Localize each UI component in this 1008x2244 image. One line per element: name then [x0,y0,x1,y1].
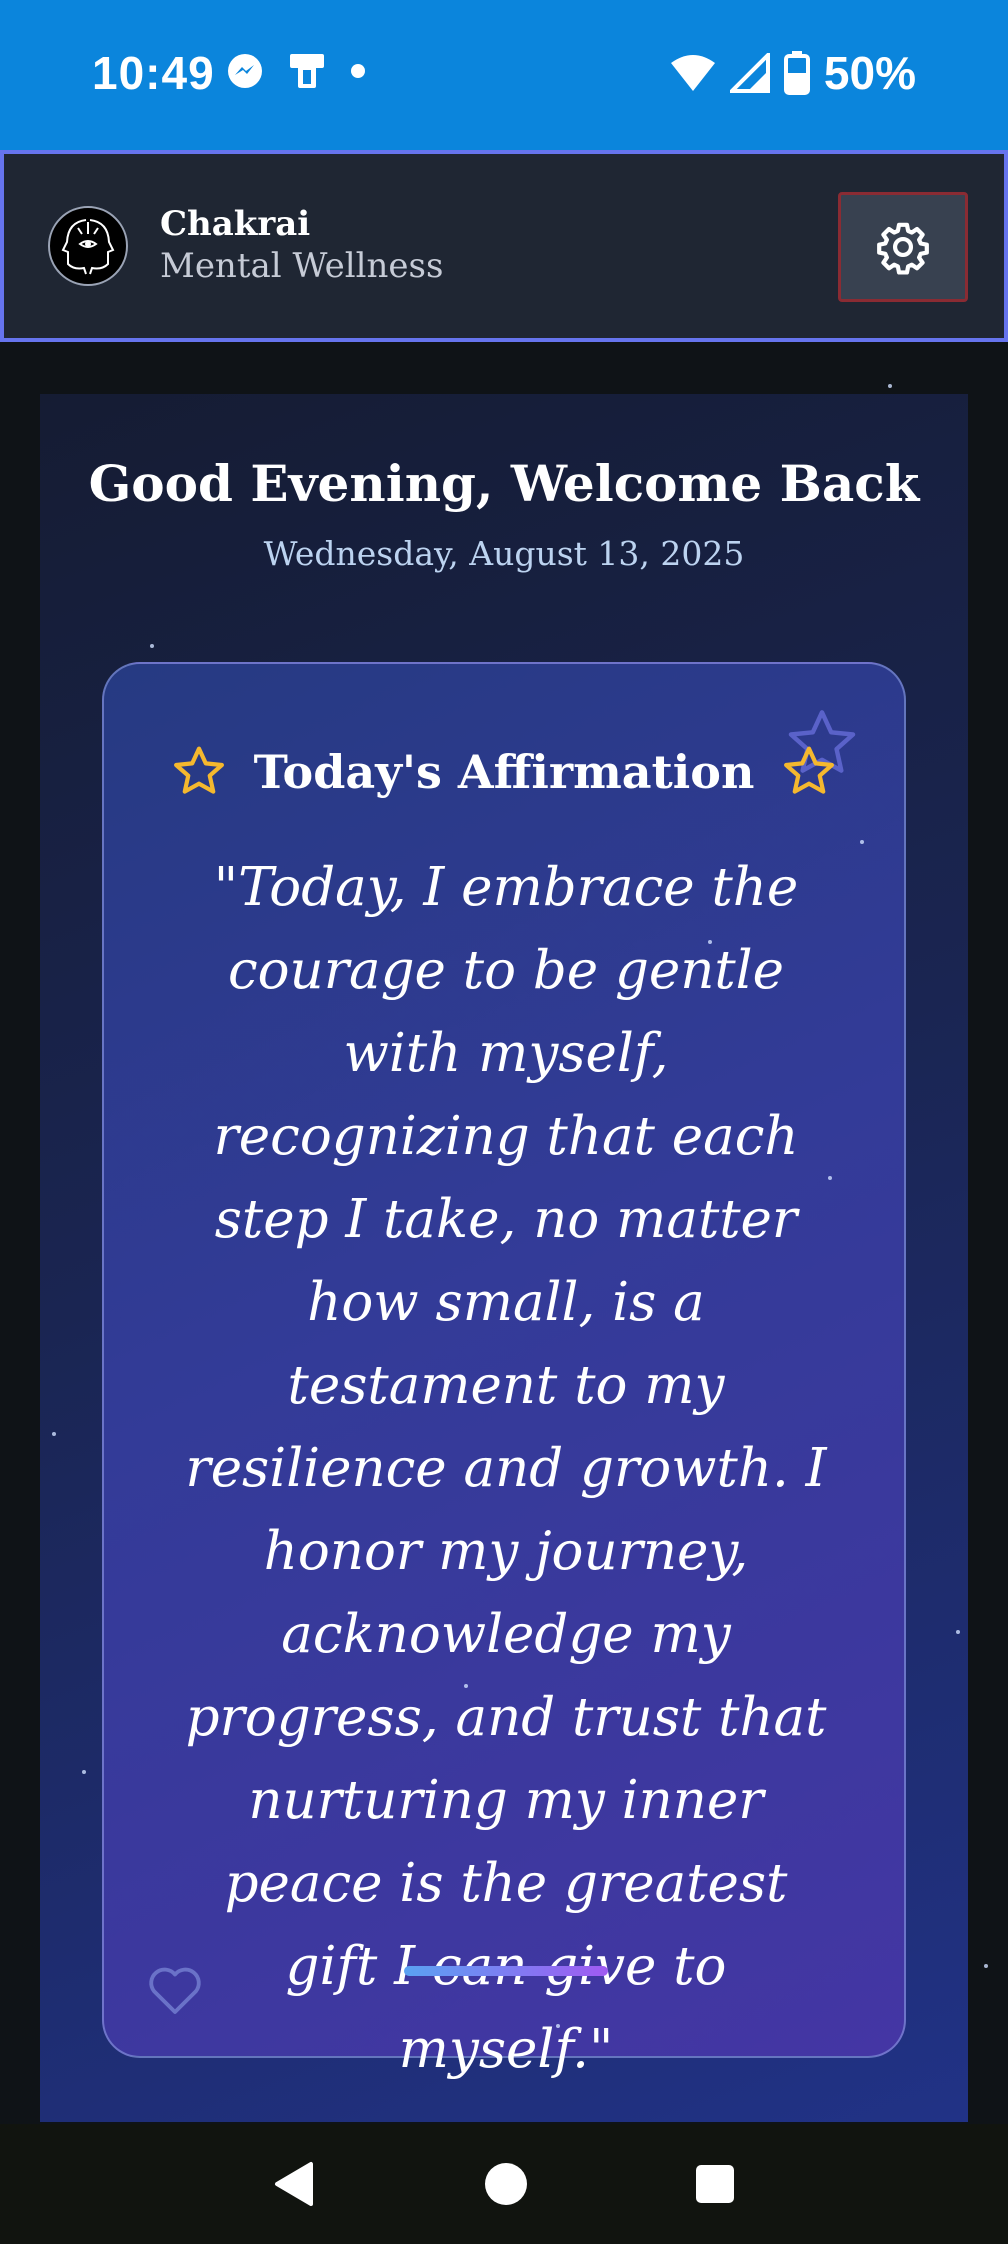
affirmation-header: Today's Affirmation [104,744,904,800]
status-time: 10:49 [92,47,215,99]
star-icon [784,746,835,794]
greeting-heading: Good Evening, Welcome Back [88,454,920,513]
app-subtitle: Mental Wellness [160,246,444,286]
battery-icon [783,51,810,95]
battery-percentage: 50% [823,47,916,99]
favorite-heart-icon[interactable] [146,1962,204,2016]
notification-dot-icon [351,64,365,78]
affirmation-divider [404,1966,608,1976]
recents-square-icon[interactable] [695,2164,735,2204]
home-circle-icon[interactable] [484,2162,528,2206]
affirmation-title: Today's Affirmation [253,745,755,799]
status-icons-left [226,50,366,92]
status-icons-right: 50% [670,46,916,100]
wifi-icon [670,55,715,91]
device-icon [290,54,324,88]
chakrai-logo-icon [48,206,128,286]
system-nav-bar [0,2124,1008,2244]
settings-button[interactable] [838,192,968,302]
gear-icon [877,222,929,275]
star-icon [173,746,224,794]
status-bar: 10:49 50% [0,0,1008,150]
main-panel: Good Evening, Welcome Back Wednesday, Au… [40,384,968,2122]
messenger-icon [228,54,262,88]
app-name: Chakrai [160,204,311,244]
affirmation-card: Today's Affirmation "Today, I embrace th… [102,662,906,2080]
current-date: Wednesday, August 13, 2025 [263,534,745,573]
signal-icon [729,53,770,93]
app-header: Chakrai Mental Wellness [0,150,1008,342]
affirmation-text: "Today, I embrace the courage to be gent… [185,857,827,2080]
back-triangle-icon[interactable] [273,2160,317,2208]
